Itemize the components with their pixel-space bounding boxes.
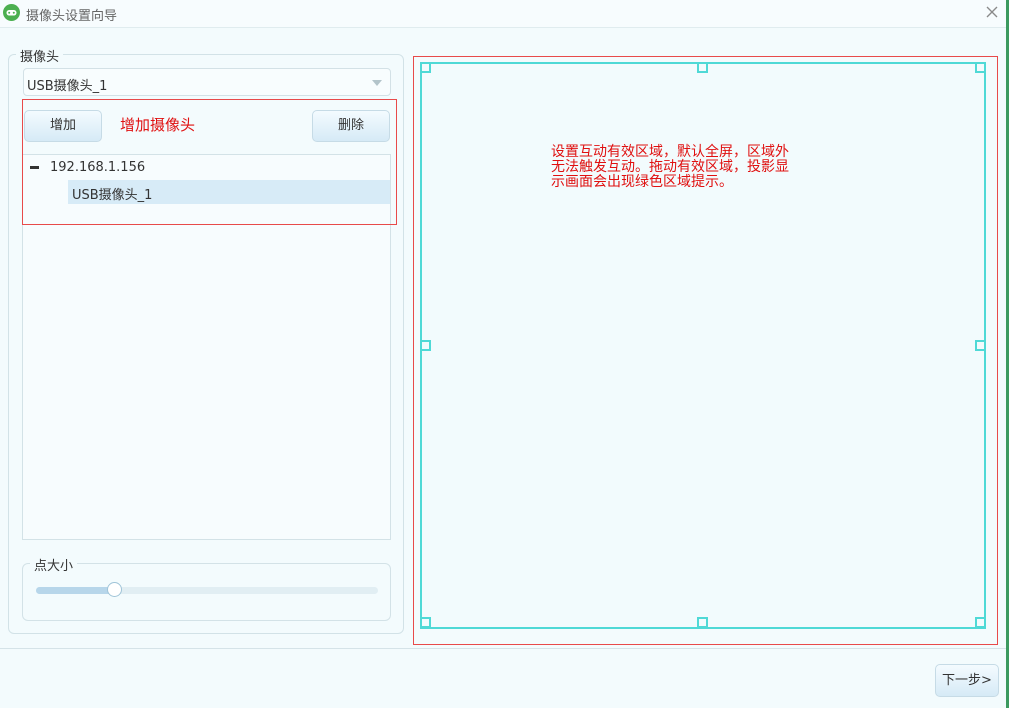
footer-divider bbox=[0, 648, 1006, 649]
close-icon[interactable] bbox=[983, 3, 1001, 21]
point-size-slider[interactable] bbox=[36, 587, 378, 594]
resize-handle-bottom-left[interactable] bbox=[420, 617, 431, 628]
next-step-button[interactable]: 下一步> bbox=[935, 664, 999, 697]
title-bar: 摄像头设置向导 bbox=[0, 0, 1009, 28]
camera-select-value: USB摄像头_1 bbox=[27, 79, 108, 94]
point-size-slider-thumb[interactable] bbox=[107, 582, 122, 597]
window-title: 摄像头设置向导 bbox=[26, 9, 118, 24]
resize-handle-bottom-right[interactable] bbox=[975, 617, 986, 628]
camera-select[interactable]: USB摄像头_1 bbox=[23, 68, 391, 96]
resize-handle-left[interactable] bbox=[420, 340, 431, 351]
resize-handle-bottom[interactable] bbox=[697, 617, 708, 628]
annotation-highlight-box bbox=[22, 99, 397, 225]
chevron-down-icon bbox=[372, 80, 382, 86]
point-size-slider-fill bbox=[36, 587, 115, 594]
resize-handle-right[interactable] bbox=[975, 340, 986, 351]
resize-handle-top[interactable] bbox=[697, 62, 708, 73]
camera-group-legend: 摄像头 bbox=[16, 46, 64, 65]
resize-handle-top-right[interactable] bbox=[975, 62, 986, 73]
resize-handle-top-left[interactable] bbox=[420, 62, 431, 73]
point-size-legend: 点大小 bbox=[30, 555, 78, 574]
region-instructions: 设置互动有效区域，默认全屏，区域外 无法触发互动。拖动有效区域，投影显 示画面会… bbox=[551, 144, 789, 190]
gamepad-icon bbox=[3, 4, 20, 21]
